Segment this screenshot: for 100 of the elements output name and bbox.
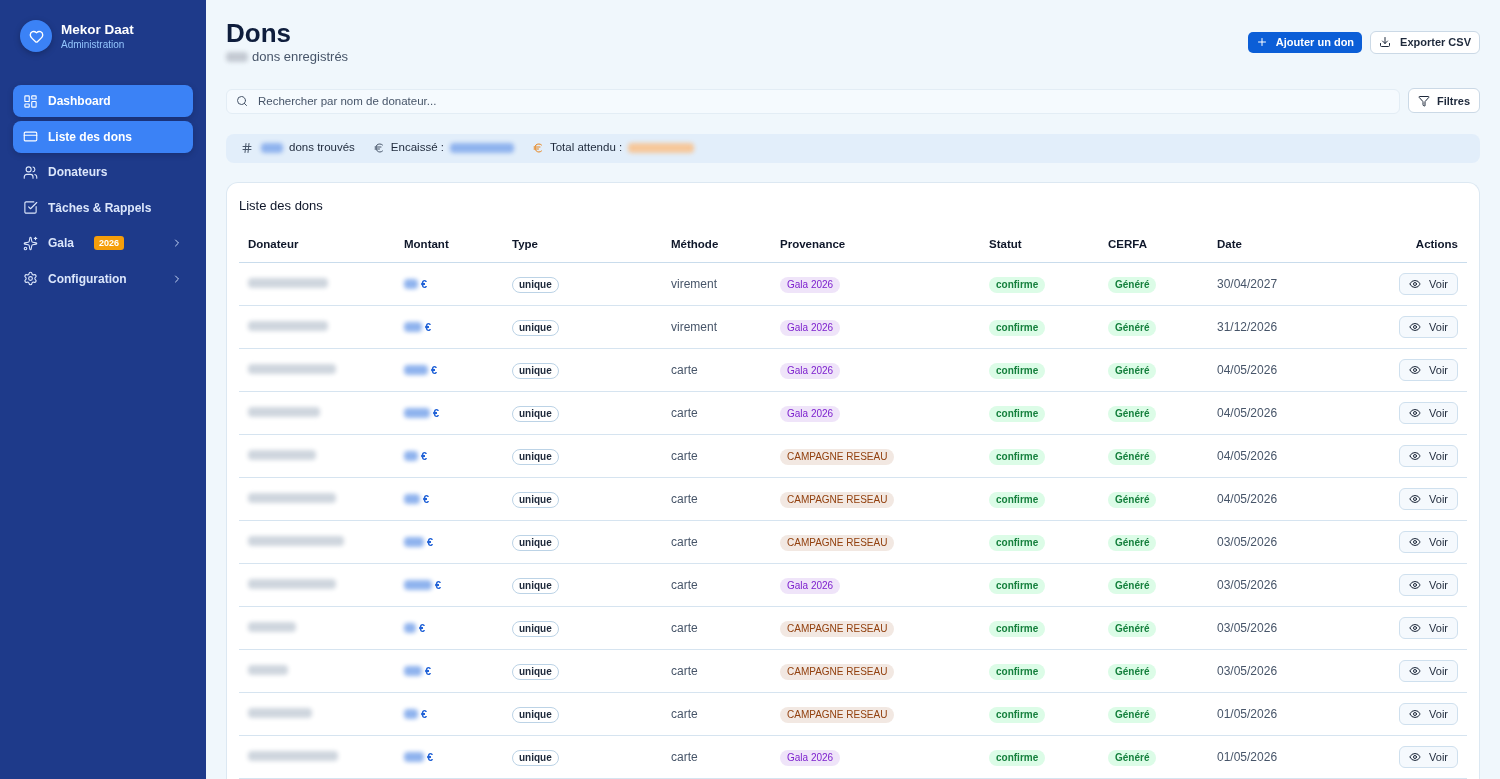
- blurred-text: [404, 623, 416, 633]
- cerfa-tag: Généré: [1108, 492, 1157, 508]
- blurred-text: [404, 752, 424, 762]
- view-button[interactable]: Voir: [1399, 703, 1458, 725]
- method-text: virement: [671, 320, 717, 334]
- cerfa-tag: Généré: [1108, 707, 1157, 723]
- nav-item[interactable]: Configuration: [13, 262, 193, 295]
- currency-symbol: €: [419, 620, 426, 636]
- blurred-text: [248, 708, 312, 718]
- blurred-text: [261, 143, 283, 153]
- source-tag: CAMPAGNE RESEAU: [780, 492, 895, 508]
- settings-icon: [23, 271, 38, 286]
- column-header: Date: [1208, 226, 1358, 263]
- view-button[interactable]: Voir: [1399, 746, 1458, 768]
- currency-symbol: €: [425, 319, 432, 335]
- cerfa-tag: Généré: [1108, 277, 1157, 293]
- currency-symbol: €: [435, 577, 442, 593]
- stat-label: Encaissé :: [390, 140, 444, 156]
- view-button[interactable]: Voir: [1399, 359, 1458, 381]
- date-text: 04/05/2026: [1217, 406, 1278, 420]
- date-text: 03/05/2026: [1217, 535, 1278, 549]
- source-tag: Gala 2026: [780, 277, 841, 293]
- page-title: Dons: [226, 18, 292, 48]
- eye-icon: [1409, 407, 1422, 419]
- blurred-text: [449, 143, 514, 153]
- currency-symbol: €: [421, 448, 428, 464]
- euro-icon: [372, 142, 385, 154]
- column-header: Actions: [1358, 226, 1467, 263]
- eye-icon: [1409, 708, 1422, 720]
- view-button[interactable]: Voir: [1399, 402, 1458, 424]
- view-button[interactable]: Voir: [1399, 488, 1458, 510]
- layout-grid-icon: [23, 93, 38, 109]
- brand-name: Mekor Daat: [61, 21, 134, 38]
- date-text: 03/05/2026: [1217, 578, 1278, 592]
- column-header: Donateur: [239, 226, 395, 263]
- view-button[interactable]: Voir: [1399, 316, 1458, 338]
- credit-card-icon: [23, 129, 38, 144]
- blurred-text: [404, 365, 428, 375]
- date-text: 04/05/2026: [1217, 492, 1278, 506]
- status-tag: confirme: [989, 492, 1046, 508]
- view-button[interactable]: Voir: [1399, 660, 1458, 682]
- date-text: 04/05/2026: [1217, 449, 1278, 463]
- stat-label: dons trouvés: [289, 140, 355, 156]
- blurred-text: [248, 450, 316, 460]
- blurred-text: [404, 451, 418, 461]
- filter-icon: [1418, 94, 1430, 107]
- status-tag: confirme: [989, 363, 1046, 379]
- date-text: 01/05/2026: [1217, 707, 1278, 721]
- column-header: CERFA: [1099, 226, 1208, 263]
- status-tag: confirme: [989, 535, 1046, 551]
- date-text: 03/05/2026: [1217, 664, 1278, 678]
- nav-item[interactable]: Gala 2026: [13, 227, 193, 259]
- view-button[interactable]: Voir: [1399, 617, 1458, 639]
- eye-icon: [1409, 536, 1422, 548]
- eye-icon: [1409, 579, 1422, 591]
- export-button[interactable]: Exporter CSV: [1370, 30, 1480, 54]
- view-button[interactable]: Voir: [1399, 273, 1458, 295]
- add-donation-button[interactable]: Ajouter un don: [1247, 31, 1363, 53]
- method-text: carte: [671, 578, 698, 592]
- type-tag: unique: [512, 535, 559, 551]
- nav-item[interactable]: Dashboard: [13, 85, 193, 117]
- date-text: 03/05/2026: [1217, 621, 1278, 635]
- eye-icon: [1409, 665, 1422, 677]
- blurred-text: [404, 709, 418, 719]
- users-icon: [23, 164, 38, 180]
- type-tag: unique: [512, 664, 559, 680]
- type-tag: unique: [512, 406, 559, 422]
- view-button[interactable]: Voir: [1399, 445, 1458, 467]
- type-tag: unique: [512, 320, 559, 336]
- currency-symbol: €: [425, 663, 432, 679]
- status-tag: confirme: [989, 750, 1046, 766]
- method-text: carte: [671, 363, 698, 377]
- currency-symbol: €: [427, 749, 434, 765]
- source-tag: Gala 2026: [780, 406, 841, 422]
- source-tag: Gala 2026: [780, 363, 841, 379]
- cerfa-tag: Généré: [1108, 750, 1157, 766]
- blurred-text: [248, 622, 296, 632]
- status-tag: confirme: [989, 664, 1046, 680]
- view-button[interactable]: Voir: [1399, 531, 1458, 553]
- date-text: 31/12/2026: [1217, 320, 1278, 334]
- stat-label: Total attendu :: [549, 140, 623, 156]
- currency-symbol: €: [421, 706, 428, 722]
- checkbox-icon: [23, 200, 38, 215]
- status-tag: confirme: [989, 578, 1046, 594]
- source-tag: CAMPAGNE RESEAU: [780, 535, 895, 551]
- nav-item[interactable]: Liste des dons: [13, 120, 193, 153]
- cerfa-tag: Généré: [1108, 621, 1157, 637]
- search-field[interactable]: Rechercher par nom de donateur...: [226, 88, 1400, 114]
- blurred-text: [404, 408, 430, 418]
- blurred-text: [404, 494, 420, 504]
- method-text: carte: [671, 492, 698, 506]
- eye-icon: [1409, 450, 1422, 462]
- status-tag: confirme: [989, 320, 1046, 336]
- status-tag: confirme: [989, 707, 1046, 723]
- view-button[interactable]: Voir: [1399, 574, 1458, 596]
- nav-item[interactable]: Donateurs: [13, 156, 193, 188]
- filters-button[interactable]: Filtres: [1408, 88, 1480, 114]
- brand-subtitle: Administration: [61, 38, 126, 51]
- type-tag: unique: [512, 621, 559, 637]
- nav-item[interactable]: Tâches & Rappels: [13, 191, 193, 224]
